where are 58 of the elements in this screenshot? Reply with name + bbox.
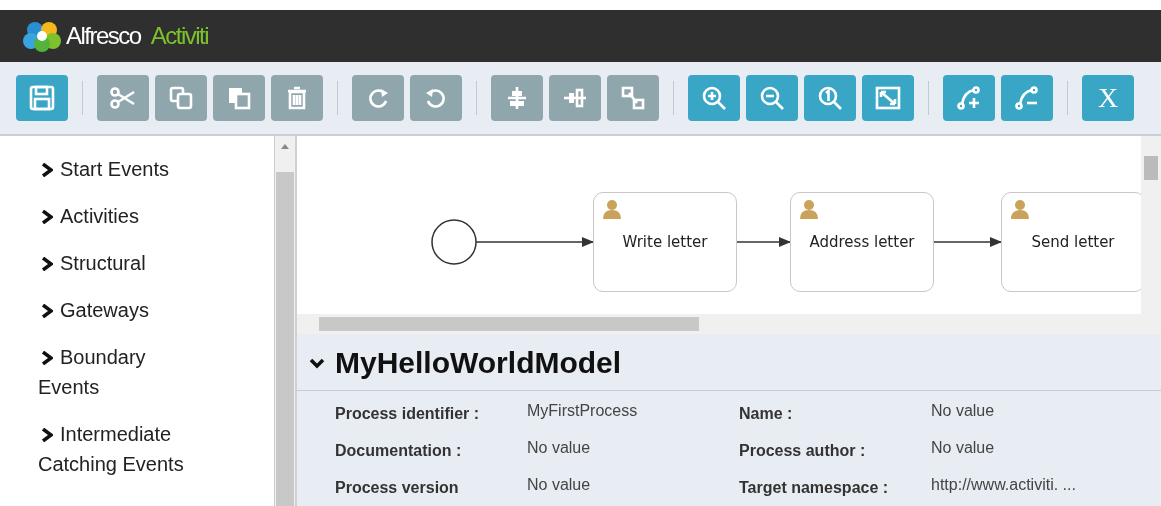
fit-icon bbox=[874, 84, 902, 112]
field-value[interactable]: No value bbox=[931, 439, 1161, 460]
resize-icon bbox=[619, 84, 647, 112]
palette-group[interactable]: Gateways bbox=[38, 295, 208, 325]
model-title: MyHelloWorldModel bbox=[335, 346, 622, 380]
bendpoint-remove-icon bbox=[1013, 84, 1041, 112]
zoom-out-button[interactable] bbox=[746, 75, 798, 121]
remove-bendpoint-button[interactable] bbox=[1001, 75, 1053, 121]
user-task[interactable]: Address letter bbox=[790, 192, 934, 292]
palette-group[interactable]: Intermediate Catching Events bbox=[38, 419, 208, 479]
scroll-up-icon[interactable] bbox=[280, 142, 290, 150]
field-value[interactable]: MyFirstProcess bbox=[527, 402, 739, 423]
product-name: Activiti bbox=[150, 22, 209, 50]
zoom-in-icon bbox=[700, 84, 728, 112]
save-icon bbox=[28, 84, 56, 112]
save-button[interactable] bbox=[16, 75, 68, 121]
bendpoint-add-icon bbox=[955, 84, 983, 112]
user-task[interactable]: Write letter bbox=[593, 192, 737, 292]
scrollbar[interactable] bbox=[275, 136, 295, 506]
field-value[interactable]: No value bbox=[931, 402, 1161, 423]
field-label: Process author : bbox=[739, 441, 867, 460]
scissors-icon bbox=[109, 84, 137, 112]
field-value[interactable]: http://www.activiti. ... bbox=[931, 476, 1161, 497]
zoom-fit-button[interactable] bbox=[862, 75, 914, 121]
zoom-in-button[interactable] bbox=[688, 75, 740, 121]
field-label: Process identifier : bbox=[335, 404, 481, 423]
chevron-right-icon bbox=[41, 428, 53, 442]
scrollbar[interactable] bbox=[297, 314, 1141, 334]
person-icon bbox=[799, 199, 819, 219]
palette-group[interactable]: Boundary Events bbox=[38, 342, 208, 402]
scrollbar[interactable] bbox=[1141, 136, 1161, 334]
sequence-flow-arrow bbox=[736, 237, 791, 247]
person-icon bbox=[1010, 199, 1030, 219]
person-icon bbox=[602, 199, 622, 219]
add-bendpoint-button[interactable] bbox=[943, 75, 995, 121]
field-label: Name : bbox=[739, 404, 794, 423]
zoom-reset-button[interactable] bbox=[804, 75, 856, 121]
zoom-icon bbox=[816, 84, 844, 112]
zoom-out-icon bbox=[758, 84, 786, 112]
field-label: Process version bbox=[335, 478, 460, 497]
palette-group[interactable]: Start Events bbox=[38, 154, 208, 184]
field-label: Documentation : bbox=[335, 441, 463, 460]
palette-group[interactable]: Activities bbox=[38, 201, 208, 231]
field-value[interactable]: No value bbox=[527, 439, 739, 460]
field-value[interactable]: No value bbox=[527, 476, 739, 497]
chevron-right-icon bbox=[41, 163, 53, 177]
chevron-down-icon bbox=[309, 357, 325, 369]
field-label: Target namespace : bbox=[739, 478, 890, 497]
logo-icon bbox=[22, 19, 62, 53]
chevron-right-icon bbox=[41, 210, 53, 224]
sequence-flow-arrow bbox=[933, 237, 1002, 247]
chevron-right-icon bbox=[41, 351, 53, 365]
copy-icon bbox=[167, 84, 195, 112]
chevron-right-icon bbox=[41, 304, 53, 318]
brand-name: Alfresco bbox=[66, 22, 141, 50]
chevron-right-icon bbox=[41, 257, 53, 271]
start-event bbox=[431, 219, 477, 265]
palette-group[interactable]: Structural bbox=[38, 248, 208, 278]
